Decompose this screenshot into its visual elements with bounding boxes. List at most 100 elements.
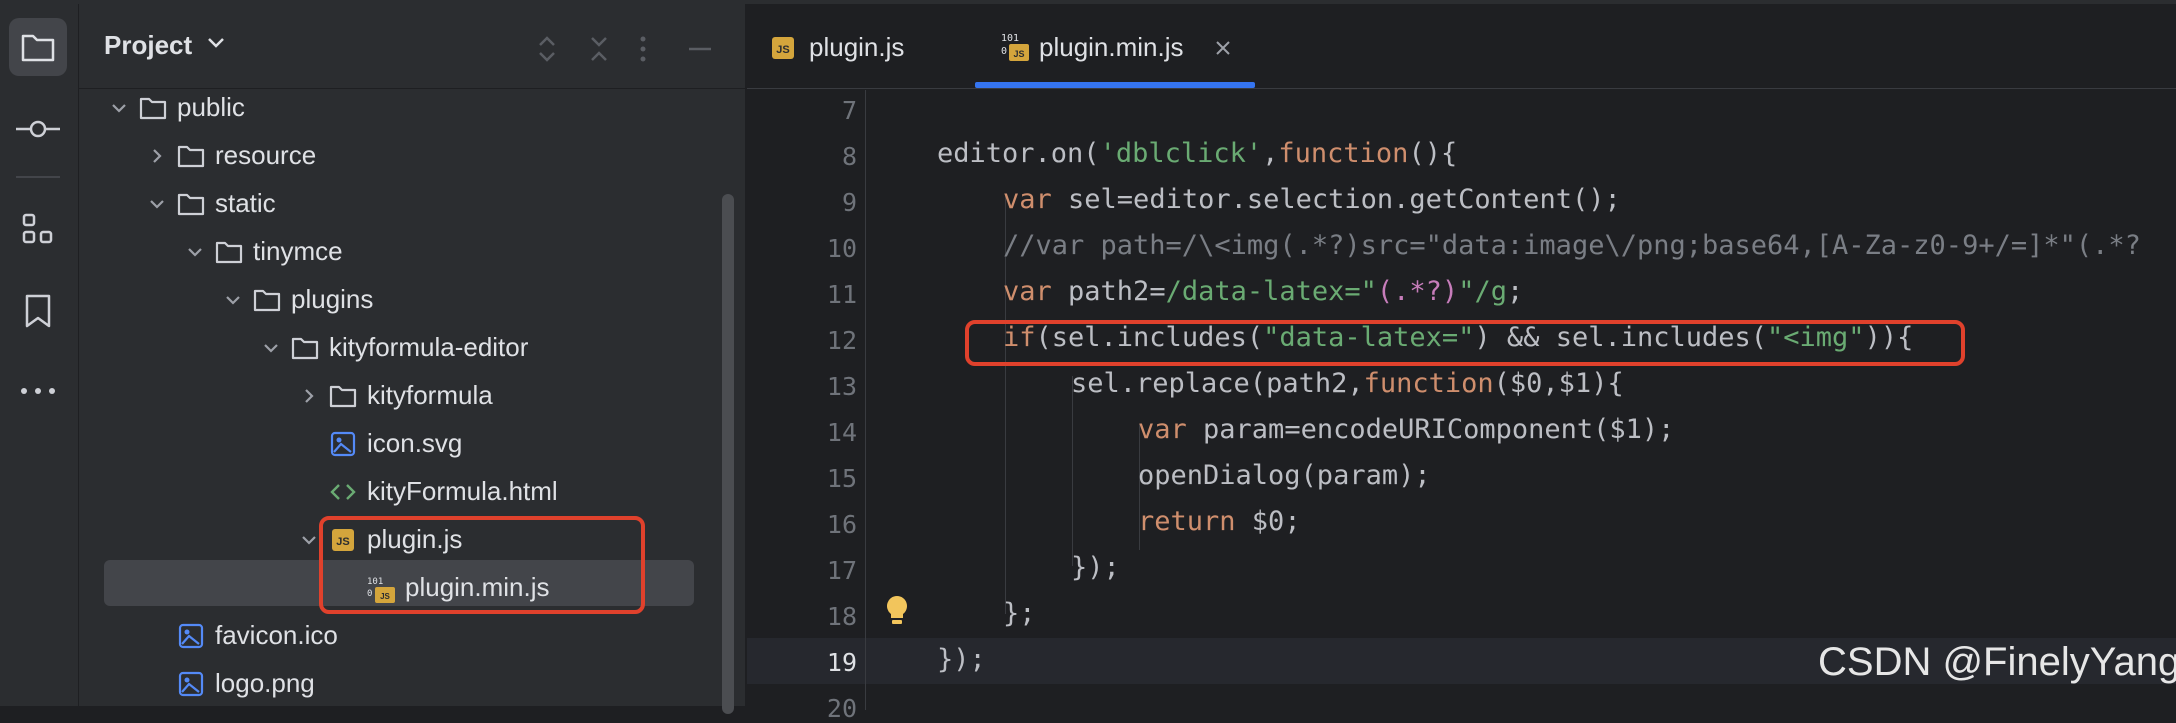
folder-icon bbox=[177, 190, 205, 218]
image-file-icon bbox=[177, 622, 205, 650]
line-number: 14 bbox=[826, 418, 857, 447]
minified-js-icon: 101 0 JS bbox=[1001, 33, 1029, 61]
js-file-icon: JS bbox=[772, 37, 794, 59]
code-line-11: var path2=/data-latex="(.*?)"/g; bbox=[1003, 276, 1524, 307]
svg-text:0: 0 bbox=[1001, 46, 1007, 57]
tab-label: plugin.min.js bbox=[1039, 32, 1184, 62]
tree-item-static[interactable]: static bbox=[79, 180, 719, 228]
html-file-icon bbox=[329, 478, 357, 506]
line-number: 20 bbox=[826, 694, 857, 723]
chevron-right-icon[interactable] bbox=[147, 146, 167, 166]
active-tab-indicator bbox=[975, 82, 1255, 88]
chevron-down-icon[interactable] bbox=[207, 36, 225, 54]
folder-icon bbox=[291, 334, 319, 362]
activity-separator bbox=[16, 176, 60, 178]
folder-icon bbox=[253, 286, 281, 314]
tree-item-label: kityFormula.html bbox=[367, 476, 558, 506]
tree-scrollbar[interactable] bbox=[722, 194, 734, 714]
expand-collapse-icon[interactable] bbox=[535, 34, 559, 64]
watermark-text: CSDN @FinelyYang bbox=[1818, 640, 2176, 684]
project-panel: Project public resource static tinymce plugi… bbox=[79, 4, 747, 714]
bookmark-icon bbox=[25, 294, 51, 328]
image-file-icon bbox=[177, 670, 205, 698]
line-number: 11 bbox=[826, 280, 857, 309]
tree-item-label: plugins bbox=[291, 284, 374, 314]
code-line-18: }; bbox=[1003, 598, 1036, 629]
bookmarks-tool-button[interactable] bbox=[9, 282, 67, 340]
tree-item-favicon-ico[interactable]: favicon.ico bbox=[79, 612, 719, 660]
code-line-9: var sel=editor.selection.getContent(); bbox=[1003, 184, 1621, 215]
tree-item-label: icon.svg bbox=[367, 428, 463, 458]
indent-guide bbox=[1072, 376, 1073, 566]
chevron-down-icon[interactable] bbox=[223, 290, 243, 310]
commit-tool-button[interactable] bbox=[9, 100, 67, 158]
chevron-down-icon[interactable] bbox=[185, 242, 205, 262]
tree-item-kityformula[interactable]: kityformula bbox=[79, 372, 719, 420]
more-tools-button[interactable] bbox=[9, 362, 67, 420]
code-line-13: sel.replace(path2,function($0,$1){ bbox=[1071, 368, 1624, 399]
tree-item-kityformula-editor[interactable]: kityformula-editor bbox=[79, 324, 719, 372]
chevron-right-icon[interactable] bbox=[299, 386, 319, 406]
code-line-19: }); bbox=[937, 644, 986, 675]
chevron-down-icon[interactable] bbox=[147, 194, 167, 214]
collapse-all-icon[interactable] bbox=[587, 34, 611, 64]
code-line-16: return $0; bbox=[1138, 506, 1301, 537]
chevron-down-icon[interactable] bbox=[299, 530, 319, 550]
tab-label: plugin.js bbox=[809, 32, 905, 62]
tree-item-kityformula-html[interactable]: kityFormula.html bbox=[79, 468, 719, 516]
tree-item-logo-png[interactable]: logo.png bbox=[79, 660, 719, 708]
tree-item-label: favicon.ico bbox=[215, 620, 338, 650]
project-tool-button[interactable] bbox=[9, 18, 67, 76]
line-number: 7 bbox=[841, 96, 857, 125]
gutter-separator bbox=[865, 90, 866, 710]
line-number: 19 bbox=[826, 648, 857, 677]
image-file-icon bbox=[329, 430, 357, 458]
structure-tool-button[interactable] bbox=[9, 200, 67, 258]
tree-item-label: logo.png bbox=[215, 668, 315, 698]
line-number: 16 bbox=[826, 510, 857, 539]
close-icon[interactable] bbox=[1215, 40, 1231, 56]
svg-text:JS: JS bbox=[1013, 49, 1024, 59]
code-line-15: openDialog(param); bbox=[1138, 460, 1431, 491]
structure-icon bbox=[22, 213, 53, 244]
tree-item-label: public bbox=[177, 92, 245, 122]
tree-item-label: static bbox=[215, 188, 276, 218]
line-number: 12 bbox=[826, 326, 857, 355]
tree-item-public[interactable]: public bbox=[79, 84, 719, 132]
tree-item-label: resource bbox=[215, 140, 317, 170]
code-line-10: //var path=/\<img(.*?)src="data:image\/p… bbox=[1003, 230, 2141, 261]
line-number: 17 bbox=[826, 556, 857, 585]
folder-icon bbox=[139, 94, 167, 122]
tree-item-label: tinymce bbox=[253, 236, 343, 266]
line-number: 10 bbox=[826, 234, 857, 263]
folder-icon bbox=[215, 238, 243, 266]
tree-item-resource[interactable]: resource bbox=[79, 132, 719, 180]
highlight-box-code bbox=[965, 320, 1965, 366]
line-number: 18 bbox=[826, 602, 857, 631]
line-number: 15 bbox=[826, 464, 857, 493]
tree-item-plugins[interactable]: plugins bbox=[79, 276, 719, 324]
editor-tab-bar: JS plugin.js 101 0 JS plugin.min.js bbox=[747, 4, 2176, 89]
line-number: 8 bbox=[841, 142, 857, 171]
tree-item-label: kityformula bbox=[367, 380, 493, 410]
options-vertical-icon[interactable] bbox=[639, 34, 647, 64]
highlight-box-files bbox=[319, 516, 645, 614]
hide-panel-icon[interactable] bbox=[687, 34, 713, 64]
line-number: 13 bbox=[826, 372, 857, 401]
commit-icon bbox=[16, 120, 60, 138]
lightbulb-icon[interactable] bbox=[885, 594, 909, 626]
line-number: 9 bbox=[841, 188, 857, 217]
svg-text:JS: JS bbox=[776, 44, 789, 56]
tree-item-tinymce[interactable]: tinymce bbox=[79, 228, 719, 276]
folder-icon bbox=[177, 142, 205, 170]
editor-area: JS plugin.js 101 0 JS plugin.min.js 7 8 9 1… bbox=[747, 4, 2176, 723]
chevron-down-icon[interactable] bbox=[261, 338, 281, 358]
tree-item-icon-svg[interactable]: icon.svg bbox=[79, 420, 719, 468]
chevron-down-icon[interactable] bbox=[109, 98, 129, 118]
code-line-8: editor.on('dblclick',function(){ bbox=[937, 138, 1458, 169]
activity-bar bbox=[0, 4, 79, 706]
project-title[interactable]: Project bbox=[104, 30, 192, 61]
code-line-14: var param=encodeURIComponent($1); bbox=[1138, 414, 1675, 445]
folder-icon bbox=[329, 382, 357, 410]
code-line-17: }); bbox=[1071, 552, 1120, 583]
